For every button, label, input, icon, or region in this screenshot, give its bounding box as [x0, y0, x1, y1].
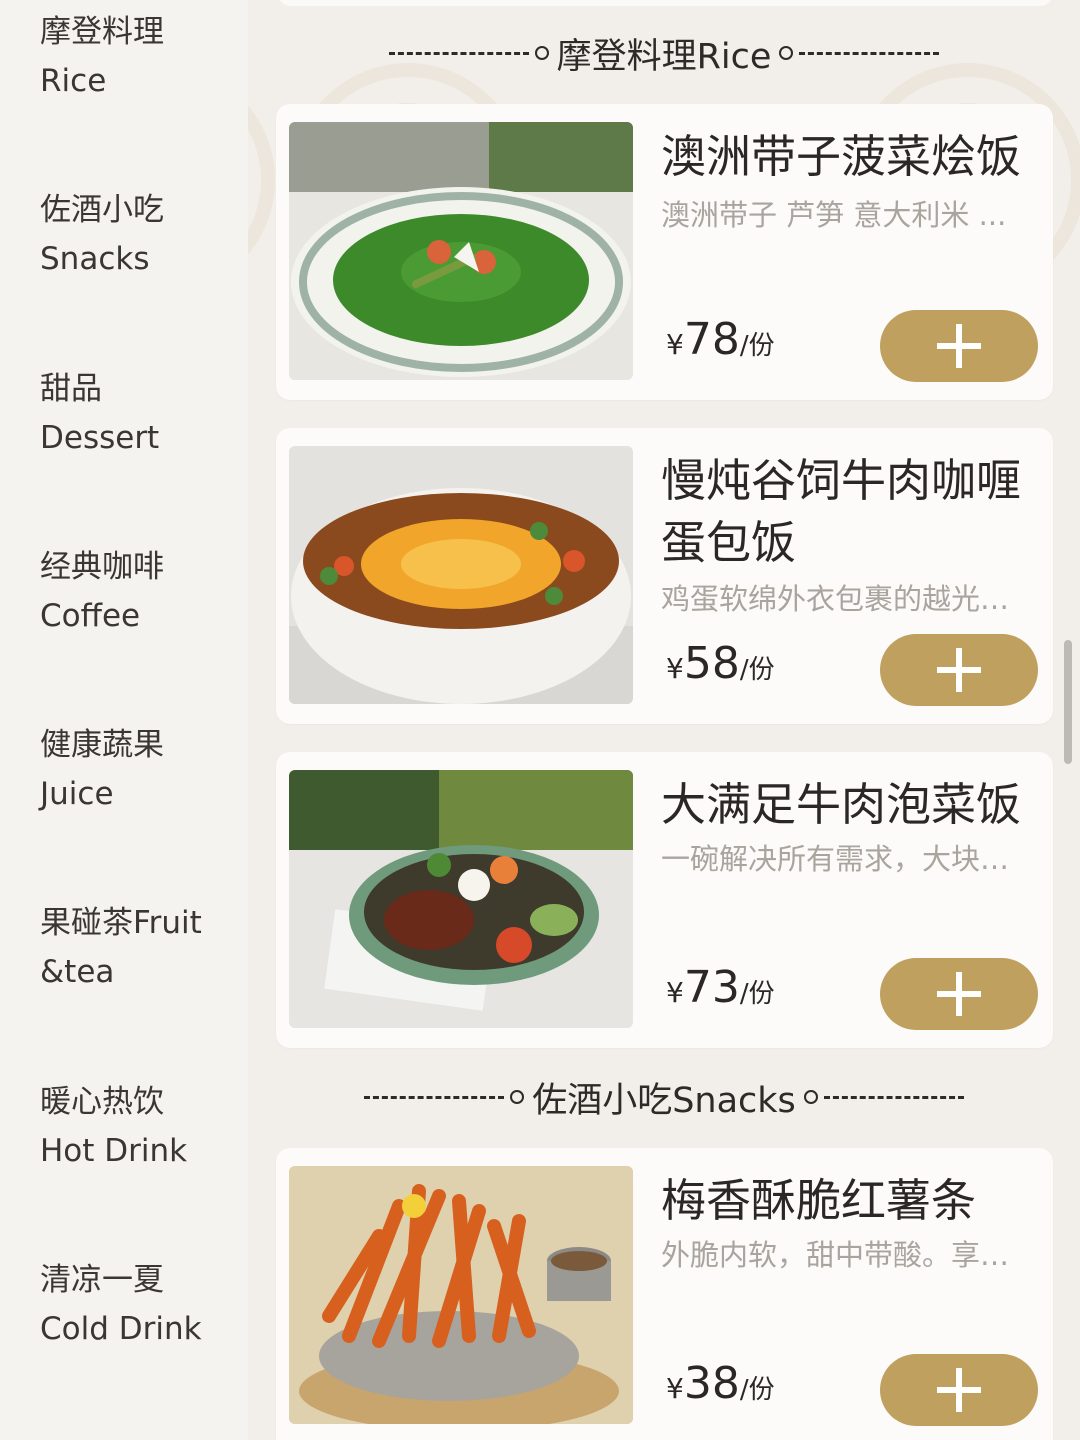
dish-price: ¥58/份 — [666, 638, 775, 689]
add-to-cart-button[interactable] — [880, 958, 1038, 1030]
price-unit: /份 — [739, 655, 775, 685]
category-label-en: Cold Drink — [40, 1311, 202, 1347]
dish-price: ¥78/份 — [666, 314, 775, 365]
category-label-en: Dessert — [40, 420, 160, 456]
category-label-en: Snacks — [40, 241, 150, 277]
dish-price: ¥73/份 — [666, 962, 775, 1013]
currency-symbol: ¥ — [666, 328, 684, 361]
plus-icon — [937, 1368, 981, 1412]
currency-symbol: ¥ — [666, 976, 684, 1009]
category-label-en: &tea — [40, 954, 115, 990]
price-unit: /份 — [739, 979, 775, 1009]
add-to-cart-button[interactable] — [880, 1354, 1038, 1426]
title-decoration-right — [779, 46, 940, 60]
category-label-en: Rice — [40, 63, 107, 99]
price-value: 38 — [683, 1358, 740, 1409]
category-label-zh: 经典咖啡 — [40, 549, 164, 585]
section-title-rice: 摩登料理Rice — [248, 28, 1080, 78]
dish-name: 澳洲带子菠菜烩饭 — [661, 130, 1022, 183]
section-title-snacks: 佐酒小吃Snacks — [248, 1072, 1080, 1122]
dish-card[interactable]: 慢炖谷饲牛肉咖喱蛋包饭 鸡蛋软绵外衣包裹的越光… ¥58/份 — [276, 428, 1053, 724]
currency-symbol: ¥ — [666, 652, 684, 685]
category-rice[interactable]: 摩登料理 Rice — [40, 8, 240, 106]
category-label-zh: 清凉一夏 — [40, 1262, 164, 1298]
title-decoration-left — [388, 46, 549, 60]
category-label-en: Coffee — [40, 598, 141, 634]
dish-name: 慢炖谷饲牛肉咖喱蛋包饭 — [661, 454, 1022, 569]
plus-icon — [937, 972, 981, 1016]
dish-name: 梅香酥脆红薯条 — [661, 1174, 977, 1227]
category-label-en: Hot Drink — [40, 1133, 188, 1169]
price-value: 78 — [683, 314, 740, 365]
dish-photo-curry-omurice — [289, 446, 633, 704]
price-value: 73 — [683, 962, 740, 1013]
category-label-zh: 佐酒小吃 — [40, 192, 164, 228]
dish-photo-sweet-potato-fries — [289, 1166, 633, 1424]
category-sidebar: 摩登料理 Rice 佐酒小吃 Snacks 甜品 Dessert 经典咖啡 Co… — [0, 0, 248, 1440]
price-value: 58 — [683, 638, 740, 689]
category-coffee[interactable]: 经典咖啡 Coffee — [40, 543, 240, 641]
menu-list[interactable]: 摩登料理Rice 澳洲带子菠菜烩饭 澳洲带子 芦笋 意大利米 ... ¥78/份 — [248, 0, 1080, 1440]
dish-card[interactable]: 大满足牛肉泡菜饭 一碗解决所有需求，大块… ¥73/份 — [276, 752, 1053, 1048]
category-label-en: Juice — [40, 776, 114, 812]
add-to-cart-button[interactable] — [880, 310, 1038, 382]
dish-description: 鸡蛋软绵外衣包裹的越光… — [661, 582, 1010, 616]
category-juice[interactable]: 健康蔬果 Juice — [40, 721, 240, 819]
dish-card[interactable]: 梅香酥脆红薯条 外脆内软，甜中带酸。享… ¥38/份 — [276, 1148, 1053, 1440]
category-fruit-tea[interactable]: 果碰茶Fruit &tea — [40, 899, 240, 997]
dish-description: 澳洲带子 芦笋 意大利米 ... — [661, 198, 1007, 232]
scrollbar-thumb[interactable] — [1064, 640, 1072, 764]
dish-card[interactable]: 澳洲带子菠菜烩饭 澳洲带子 芦笋 意大利米 ... ¥78/份 — [276, 104, 1053, 400]
section-title-text: 摩登料理Rice — [556, 36, 772, 77]
category-label-zh: 甜品 — [40, 371, 102, 407]
title-decoration-left — [364, 1090, 525, 1104]
price-unit: /份 — [739, 1375, 775, 1405]
previous-card-edge — [278, 0, 1053, 6]
dish-photo-beef-kimchi-rice — [289, 770, 633, 1028]
dish-photo-risotto — [289, 122, 633, 380]
dish-description: 外脆内软，甜中带酸。享… — [661, 1238, 1010, 1272]
plus-icon — [937, 324, 981, 368]
currency-symbol: ¥ — [666, 1372, 684, 1405]
dish-name: 大满足牛肉泡菜饭 — [661, 778, 1022, 831]
category-dessert[interactable]: 甜品 Dessert — [40, 365, 240, 463]
category-hot-drink[interactable]: 暖心热饮 Hot Drink — [40, 1078, 240, 1176]
dish-description: 一碗解决所有需求，大块… — [661, 842, 1010, 876]
add-to-cart-button[interactable] — [880, 634, 1038, 706]
price-unit: /份 — [739, 331, 775, 361]
category-snacks[interactable]: 佐酒小吃 Snacks — [40, 186, 240, 284]
section-title-text: 佐酒小吃Snacks — [532, 1080, 796, 1121]
title-decoration-right — [803, 1090, 964, 1104]
category-cold-drink[interactable]: 清凉一夏 Cold Drink — [40, 1256, 240, 1354]
dish-price: ¥38/份 — [666, 1358, 775, 1409]
plus-icon — [937, 648, 981, 692]
category-label-zh: 暖心热饮 — [40, 1084, 164, 1120]
category-label-zh: 摩登料理 — [40, 14, 164, 50]
category-label-zh: 健康蔬果 — [40, 727, 164, 763]
category-label-zh: 果碰茶Fruit — [40, 905, 202, 941]
